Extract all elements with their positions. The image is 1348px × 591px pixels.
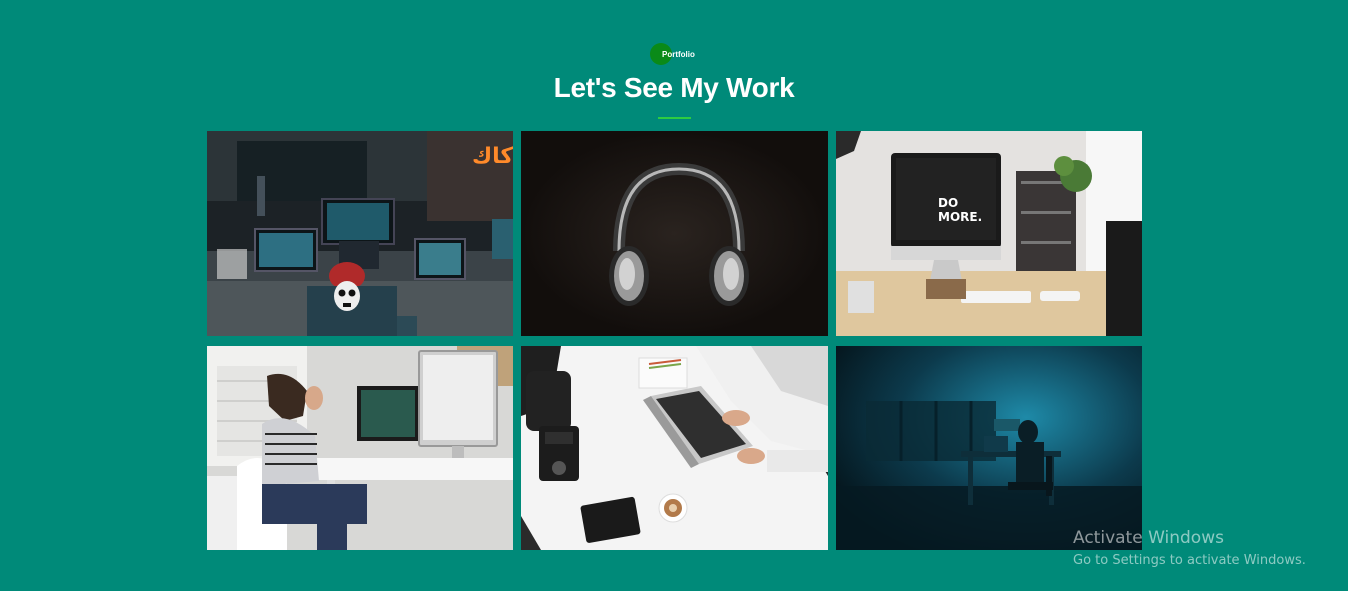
neon-sign: كاك: [472, 144, 513, 169]
dark-room-desk-photo: [836, 346, 1142, 550]
headphones-photo: [521, 131, 828, 336]
section-tag: Portfolio: [650, 43, 695, 65]
portfolio-item-woman-desk[interactable]: [207, 346, 513, 550]
portfolio-item-headphones[interactable]: [521, 131, 828, 336]
portfolio-item-imac-desk[interactable]: DO MORE.: [836, 131, 1142, 336]
laptop-top-down-photo: [521, 346, 828, 550]
section-tag-label: Portfolio: [662, 49, 695, 59]
imac-do-more-desk-photo: DO MORE.: [836, 131, 1142, 336]
watermark-subtitle: Go to Settings to activate Windows.: [1073, 553, 1306, 568]
portfolio-item-laptop-topdown[interactable]: [521, 346, 828, 550]
title-underline: [658, 117, 691, 119]
hacker-office-photo: كاك: [207, 131, 513, 336]
portfolio-item-dark-room[interactable]: [836, 346, 1142, 550]
watermark-title: Activate Windows: [1073, 528, 1224, 548]
imac-screen-text-line1: DO: [938, 196, 958, 210]
page-title: Let's See My Work: [553, 72, 795, 103]
woman-at-desk-photo: [207, 346, 513, 550]
imac-screen-text-line2: MORE.: [938, 210, 982, 224]
os-activation-watermark: Activate Windows Go to Settings to activ…: [1073, 528, 1306, 570]
portfolio-gallery: كاك DO MORE.: [207, 131, 1142, 550]
portfolio-item-hacker-office[interactable]: كاك: [207, 131, 513, 336]
